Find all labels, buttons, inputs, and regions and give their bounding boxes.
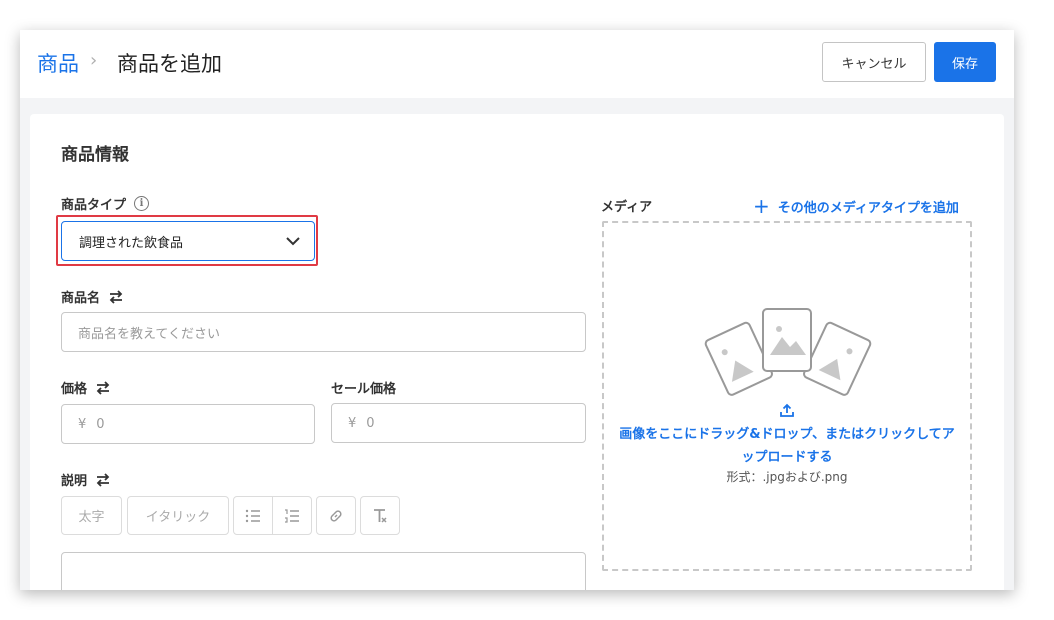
app-window: 商品 › 商品を追加 キャンセル 保存 商品情報 商品タイプ i 調理された飲食… <box>20 30 1014 590</box>
product-info-card: 商品情報 商品タイプ i 調理された飲食品 商品名 商品名を教えてください 価格 <box>30 114 1004 590</box>
dropzone-instructions: 画像をここにドラッグ&ドロップ、またはクリックしてア ップロードする <box>604 423 970 469</box>
product-type-label-text: 商品タイプ <box>61 198 127 213</box>
info-icon[interactable]: i <box>134 196 150 211</box>
price-label: 価格 <box>61 378 111 397</box>
sale-price-input[interactable]: ¥ 0 <box>331 403 586 443</box>
sale-price-value: 0 <box>366 415 375 431</box>
italic-button[interactable]: イタリック <box>127 496 229 535</box>
bulleted-list-button[interactable] <box>233 496 273 535</box>
product-name-label: 商品名 <box>61 287 124 306</box>
breadcrumb-products-link[interactable]: 商品 <box>37 48 79 78</box>
description-label: 説明 <box>61 470 111 489</box>
translate-swap-icon[interactable] <box>108 289 124 304</box>
numbered-list-button[interactable] <box>272 496 312 535</box>
save-button[interactable]: 保存 <box>934 42 996 82</box>
clear-format-button[interactable] <box>360 496 400 535</box>
translate-swap-icon[interactable] <box>95 472 111 487</box>
product-type-value: 調理された飲食品 <box>79 235 184 251</box>
currency-symbol: ¥ <box>348 415 357 431</box>
price-input[interactable]: ¥ 0 <box>61 404 315 444</box>
chevron-down-icon <box>286 237 300 246</box>
cancel-button[interactable]: キャンセル <box>822 42 926 82</box>
plus-icon: + <box>753 194 770 218</box>
link-button[interactable] <box>316 496 356 535</box>
add-media-type-link[interactable]: + その他のメディアタイプを追加 <box>753 194 959 218</box>
link-icon <box>330 509 342 522</box>
breadcrumb-separator-icon: › <box>90 50 98 71</box>
upload-icon <box>780 403 794 417</box>
page-title: 商品を追加 <box>117 52 222 76</box>
image-placeholder-icon <box>704 308 872 396</box>
numbered-list-icon <box>285 508 299 523</box>
price-value: 0 <box>96 416 105 432</box>
dropzone-instructions-line2: ップロードする <box>741 450 833 465</box>
description-label-text: 説明 <box>61 474 88 489</box>
description-textarea[interactable] <box>61 552 586 590</box>
media-dropzone[interactable]: 画像をここにドラッグ&ドロップ、またはクリックしてア ップロードする 形式：.j… <box>602 221 972 571</box>
dropzone-instructions-line1: 画像をここにドラッグ&ドロップ、またはクリックしてア <box>619 427 955 442</box>
product-name-label-text: 商品名 <box>61 291 101 306</box>
add-media-type-label: その他のメディアタイプを追加 <box>777 201 959 216</box>
clear-format-icon <box>374 508 387 523</box>
product-type-label: 商品タイプ i <box>61 194 150 213</box>
bold-button[interactable]: 太字 <box>61 496 122 535</box>
translate-swap-icon[interactable] <box>95 380 111 395</box>
page-header: 商品 › 商品を追加 キャンセル 保存 <box>20 30 1014 98</box>
bulleted-list-icon <box>245 509 260 522</box>
price-label-text: 価格 <box>61 382 88 397</box>
product-name-input[interactable]: 商品名を教えてください <box>61 312 586 352</box>
sale-price-label: セール価格 <box>331 378 396 397</box>
currency-symbol: ¥ <box>78 416 87 432</box>
section-title: 商品情報 <box>61 145 129 165</box>
accepted-formats-text: 形式：.jpgおよび.png <box>726 470 848 484</box>
product-type-select[interactable]: 調理された飲食品 <box>61 221 315 261</box>
sale-price-label-text: セール価格 <box>331 382 397 397</box>
media-label: メディア <box>601 200 653 215</box>
